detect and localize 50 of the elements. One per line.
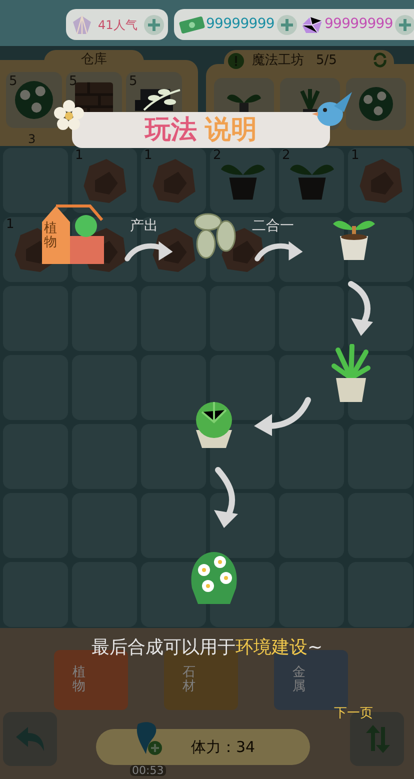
grid-cell[interactable]	[141, 355, 206, 420]
refresh-icon	[372, 52, 388, 68]
step-label: 二合一	[252, 219, 294, 233]
cash-amount: 99999999	[206, 15, 274, 34]
back-button[interactable]	[3, 712, 57, 766]
potted-plant-icon	[330, 344, 372, 404]
warehouse-title: 仓库	[81, 51, 107, 69]
guide-title: 说明	[205, 114, 257, 146]
grid-cell[interactable]	[279, 424, 344, 489]
crate-label: 植物	[44, 222, 57, 251]
plus-icon	[394, 14, 414, 34]
crate-label: 植物	[72, 666, 86, 694]
crate-label: 石材	[182, 666, 196, 694]
stamina-text: 体力：34	[190, 736, 256, 758]
workshop-capacity: 5/5	[316, 52, 337, 70]
popularity-text: 41人气	[98, 16, 138, 34]
item-count: 5	[69, 73, 78, 91]
grid-cell[interactable]	[348, 562, 413, 627]
grid-cell[interactable]	[279, 217, 344, 282]
grid-cell[interactable]	[279, 286, 344, 351]
crate-label: 金属	[292, 666, 306, 694]
add-gems-button[interactable]	[394, 14, 414, 34]
timer-text: 00:53	[130, 765, 166, 776]
rock-icon	[82, 158, 126, 202]
rock-icon	[152, 158, 196, 202]
exclamation-icon	[228, 53, 244, 69]
grid-cell[interactable]	[3, 562, 68, 627]
flowering-bush-icon	[359, 87, 393, 121]
plus-icon	[277, 14, 298, 34]
add-cash-button[interactable]	[277, 14, 298, 34]
grid-cell[interactable]	[279, 355, 344, 420]
grid-cell[interactable]	[279, 562, 344, 627]
item-count: 5	[129, 73, 138, 91]
add-popularity-button[interactable]	[144, 14, 164, 34]
stamina-drop-icon	[134, 720, 164, 756]
item-count: 5	[9, 73, 18, 91]
grid-cell[interactable]	[210, 493, 275, 558]
plus-icon	[144, 14, 164, 34]
step-label: 产出	[130, 219, 158, 233]
workshop-title: 魔法工坊	[252, 52, 304, 70]
gem-amount: 99999999	[324, 15, 393, 34]
item-quantity: 3	[28, 131, 36, 148]
grid-cell[interactable]	[210, 355, 275, 420]
grid-cell[interactable]	[3, 148, 68, 213]
flowering-bush-icon	[15, 81, 53, 119]
grid-cell[interactable]	[141, 493, 206, 558]
grid-cell[interactable]	[72, 562, 137, 627]
rock-icon	[358, 158, 402, 202]
curved-arrow-icon	[252, 396, 312, 438]
grid-cell[interactable]	[141, 424, 206, 489]
